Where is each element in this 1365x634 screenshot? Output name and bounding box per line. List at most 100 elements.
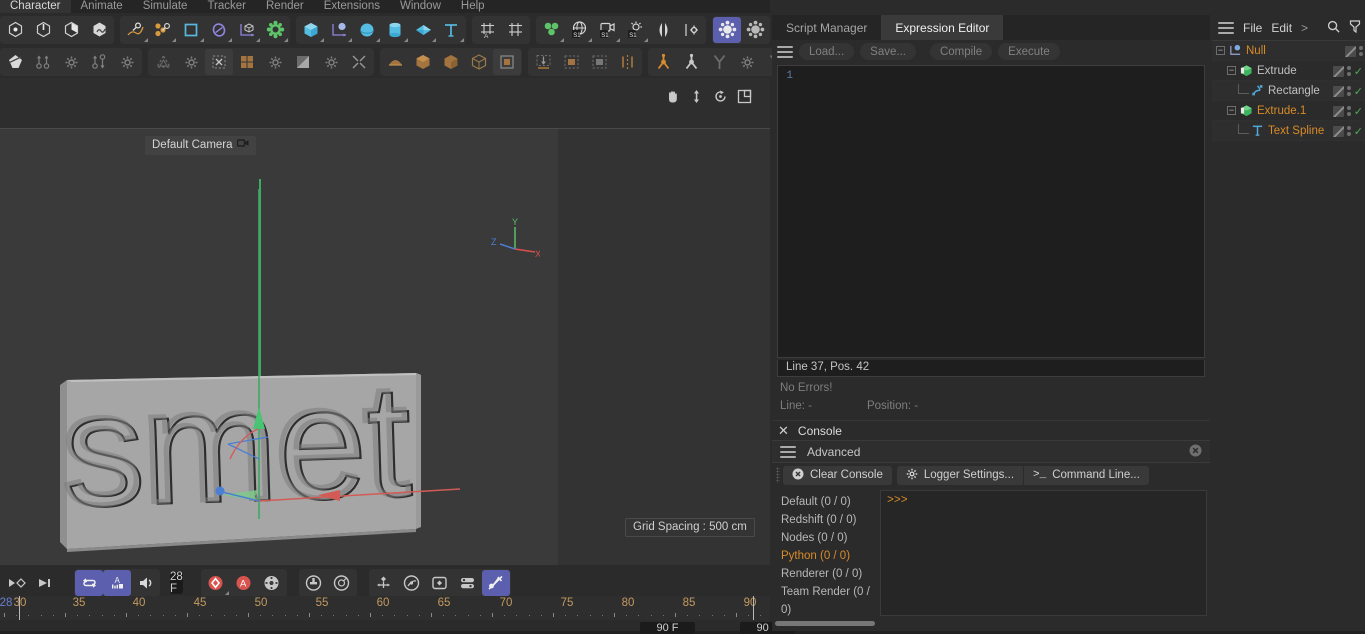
uv-icon[interactable] — [205, 49, 233, 75]
connect-icon[interactable] — [465, 49, 493, 75]
rotate-camera-icon[interactable] — [713, 89, 728, 107]
logger-settings-button[interactable]: Logger Settings... — [896, 465, 1024, 485]
console-channel[interactable]: Redshift (0 / 0) — [775, 511, 880, 529]
menu-item-simulate[interactable]: Simulate — [133, 0, 198, 13]
visibility-tag-icon[interactable] — [1332, 105, 1344, 117]
polygon-reduce-icon[interactable] — [149, 49, 177, 75]
polygon-settings-icon[interactable] — [177, 49, 205, 75]
autokey-icon[interactable]: A — [103, 570, 131, 596]
close-icon[interactable]: ✕ — [778, 423, 789, 439]
texture-mode-icon[interactable] — [85, 17, 113, 43]
instance-icon[interactable] — [493, 49, 521, 75]
current-frame-field[interactable]: 28 F — [170, 571, 183, 595]
axis-down-icon[interactable] — [85, 49, 113, 75]
hamburger-menu-icon[interactable] — [780, 445, 796, 458]
bend-icon[interactable] — [381, 49, 409, 75]
execute-button[interactable]: Execute — [998, 43, 1060, 60]
expander-icon[interactable]: − — [1227, 106, 1236, 115]
load-button[interactable]: Load... — [799, 43, 855, 60]
redshift-active-icon[interactable] — [713, 16, 741, 43]
object-menu-file[interactable]: File — [1243, 21, 1262, 35]
spline-pen-icon[interactable] — [121, 17, 149, 43]
sound-icon[interactable] — [131, 570, 159, 596]
compile-button[interactable]: Compile — [929, 43, 993, 60]
plane-icon[interactable] — [409, 17, 437, 43]
environment-icon[interactable]: S1 — [565, 17, 593, 43]
fill-selection-icon[interactable] — [585, 49, 613, 75]
object-menu-more[interactable]: > — [1301, 21, 1308, 35]
visibility-tag-icon[interactable] — [1332, 65, 1344, 77]
cube-icon[interactable] — [297, 17, 325, 43]
hamburger-menu-icon[interactable] — [777, 45, 793, 58]
playhead[interactable] — [753, 596, 754, 620]
filter-icon[interactable] — [1349, 19, 1361, 36]
subdivision-icon[interactable] — [409, 49, 437, 75]
pla-icon[interactable] — [370, 570, 398, 596]
settings-gear-icon[interactable] — [677, 17, 705, 43]
enabled-check-icon[interactable]: ✓ — [1354, 85, 1363, 98]
code-editor[interactable]: 1 — [777, 65, 1205, 358]
console-channel[interactable]: Nodes (0 / 0) — [775, 529, 880, 547]
keyframe-settings-icon[interactable] — [258, 570, 286, 596]
light-icon[interactable]: S1 — [621, 17, 649, 43]
joint-active-icon[interactable] — [649, 49, 677, 75]
layers-key-icon[interactable] — [454, 570, 482, 596]
drop-icon[interactable] — [529, 49, 557, 75]
menu-item-character[interactable]: Character — [0, 0, 71, 13]
object-row[interactable]: − Extrude ✓ — [1212, 61, 1365, 81]
point-mode-icon[interactable] — [1, 17, 29, 43]
scale-key-icon[interactable] — [328, 570, 356, 596]
maximize-viewport-icon[interactable] — [737, 89, 752, 107]
no-key-icon[interactable] — [481, 570, 510, 596]
visibility-tag-icon[interactable] — [1332, 85, 1344, 97]
edge-mode-icon[interactable] — [29, 17, 57, 43]
command-line-button[interactable]: >_ Command Line... — [1024, 465, 1149, 485]
visibility-dots-icon[interactable] — [1346, 86, 1351, 96]
ik-settings-icon[interactable] — [733, 49, 761, 75]
loop-icon[interactable] — [75, 570, 103, 596]
menu-item-window[interactable]: Window — [390, 0, 451, 13]
rectangle-spline-icon[interactable] — [177, 17, 205, 43]
rotation-key-icon[interactable] — [398, 570, 426, 596]
console-channel[interactable]: Renderer (0 / 0) — [775, 565, 880, 583]
sphere-icon[interactable] — [353, 17, 381, 43]
deformer-icon[interactable] — [537, 17, 565, 43]
visibility-dots-icon[interactable] — [1346, 126, 1351, 136]
console-channel[interactable]: Default (0 / 0) — [775, 493, 880, 511]
expander-icon[interactable]: − — [1216, 46, 1225, 55]
position-key-icon[interactable] — [300, 570, 328, 596]
redshift-icon[interactable] — [741, 17, 769, 43]
text-icon[interactable] — [437, 17, 465, 43]
symmetry-icon[interactable] — [649, 17, 677, 43]
joint-icon[interactable] — [677, 49, 705, 75]
menu-item-render[interactable]: Render — [256, 0, 314, 13]
param-key-icon[interactable] — [426, 570, 454, 596]
timeline-ruler[interactable]: 28 30 35 40 45 50 55 60 65 70 75 80 85 90 — [0, 596, 770, 620]
snap-a-icon[interactable]: A — [473, 17, 501, 43]
save-button[interactable]: Save... — [860, 43, 916, 60]
cylinder-icon[interactable] — [381, 17, 409, 43]
axis-mode-icon[interactable] — [1, 49, 29, 75]
camera-icon[interactable]: S1 — [593, 17, 621, 43]
grid-icon[interactable] — [233, 49, 261, 75]
hamburger-menu-icon[interactable] — [1218, 21, 1234, 34]
menu-item-help[interactable]: Help — [451, 0, 495, 13]
ik-chain-icon[interactable] — [705, 49, 733, 75]
visibility-tag-icon[interactable] — [1345, 45, 1356, 57]
mograph-icon[interactable] — [261, 17, 289, 43]
grid-settings-icon[interactable] — [261, 49, 289, 75]
polygon-mode-icon[interactable] — [57, 17, 85, 43]
object-row[interactable]: Text Spline ✓ — [1212, 121, 1365, 141]
spline-points-icon[interactable] — [149, 17, 177, 43]
visibility-dots-icon[interactable] — [1359, 46, 1363, 56]
selection-icon[interactable] — [557, 49, 585, 75]
null-icon[interactable] — [325, 17, 353, 43]
enable-axis-icon[interactable] — [29, 49, 57, 75]
clear-console-button[interactable]: Clear Console — [783, 465, 892, 485]
snap-settings-icon[interactable] — [501, 17, 529, 43]
channel-scrollbar[interactable] — [775, 621, 875, 626]
record-icon[interactable] — [202, 570, 230, 596]
circle-spline-icon[interactable] — [205, 17, 233, 43]
dolly-icon[interactable] — [689, 89, 704, 107]
console-channel[interactable]: Team Render (0 / 0) — [775, 583, 880, 619]
